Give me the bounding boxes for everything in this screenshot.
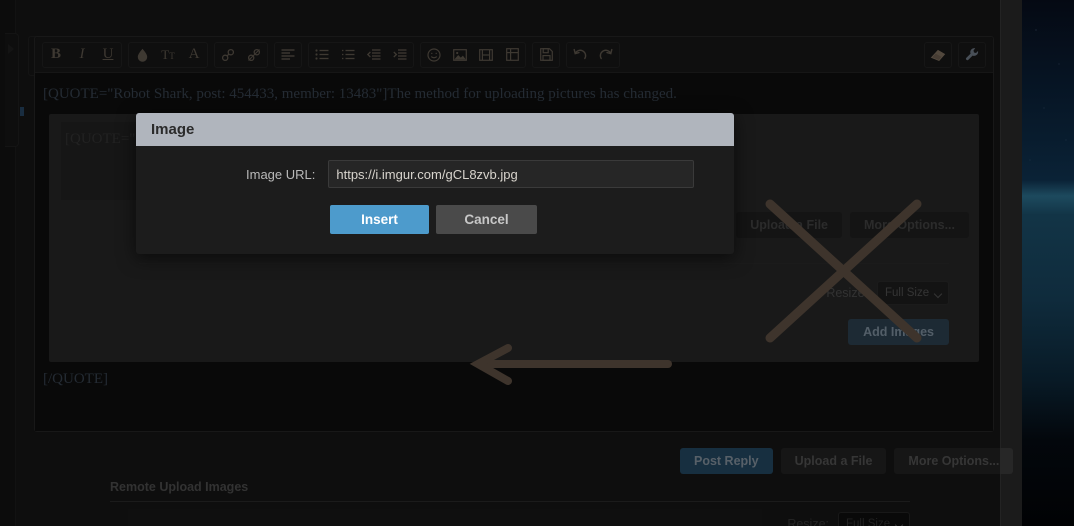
image-url-field-row: Image URL:	[136, 160, 734, 188]
dialog-action-row: Insert Cancel	[136, 205, 734, 234]
site-background-image	[1022, 0, 1074, 526]
image-dialog: Image Image URL: Insert Cancel	[136, 113, 734, 254]
image-url-label: Image URL:	[246, 167, 315, 182]
screen: B I U TT A	[0, 0, 1074, 526]
cancel-button[interactable]: Cancel	[436, 205, 537, 234]
dialog-header: Image	[136, 113, 734, 146]
forum-page-panel: B I U TT A	[0, 0, 1000, 526]
insert-button[interactable]: Insert	[330, 205, 429, 234]
image-url-input[interactable]	[328, 160, 694, 188]
dialog-body: Image URL: Insert Cancel	[136, 146, 734, 254]
modal-overlay[interactable]	[0, 0, 1000, 526]
dialog-title: Image	[151, 121, 194, 138]
